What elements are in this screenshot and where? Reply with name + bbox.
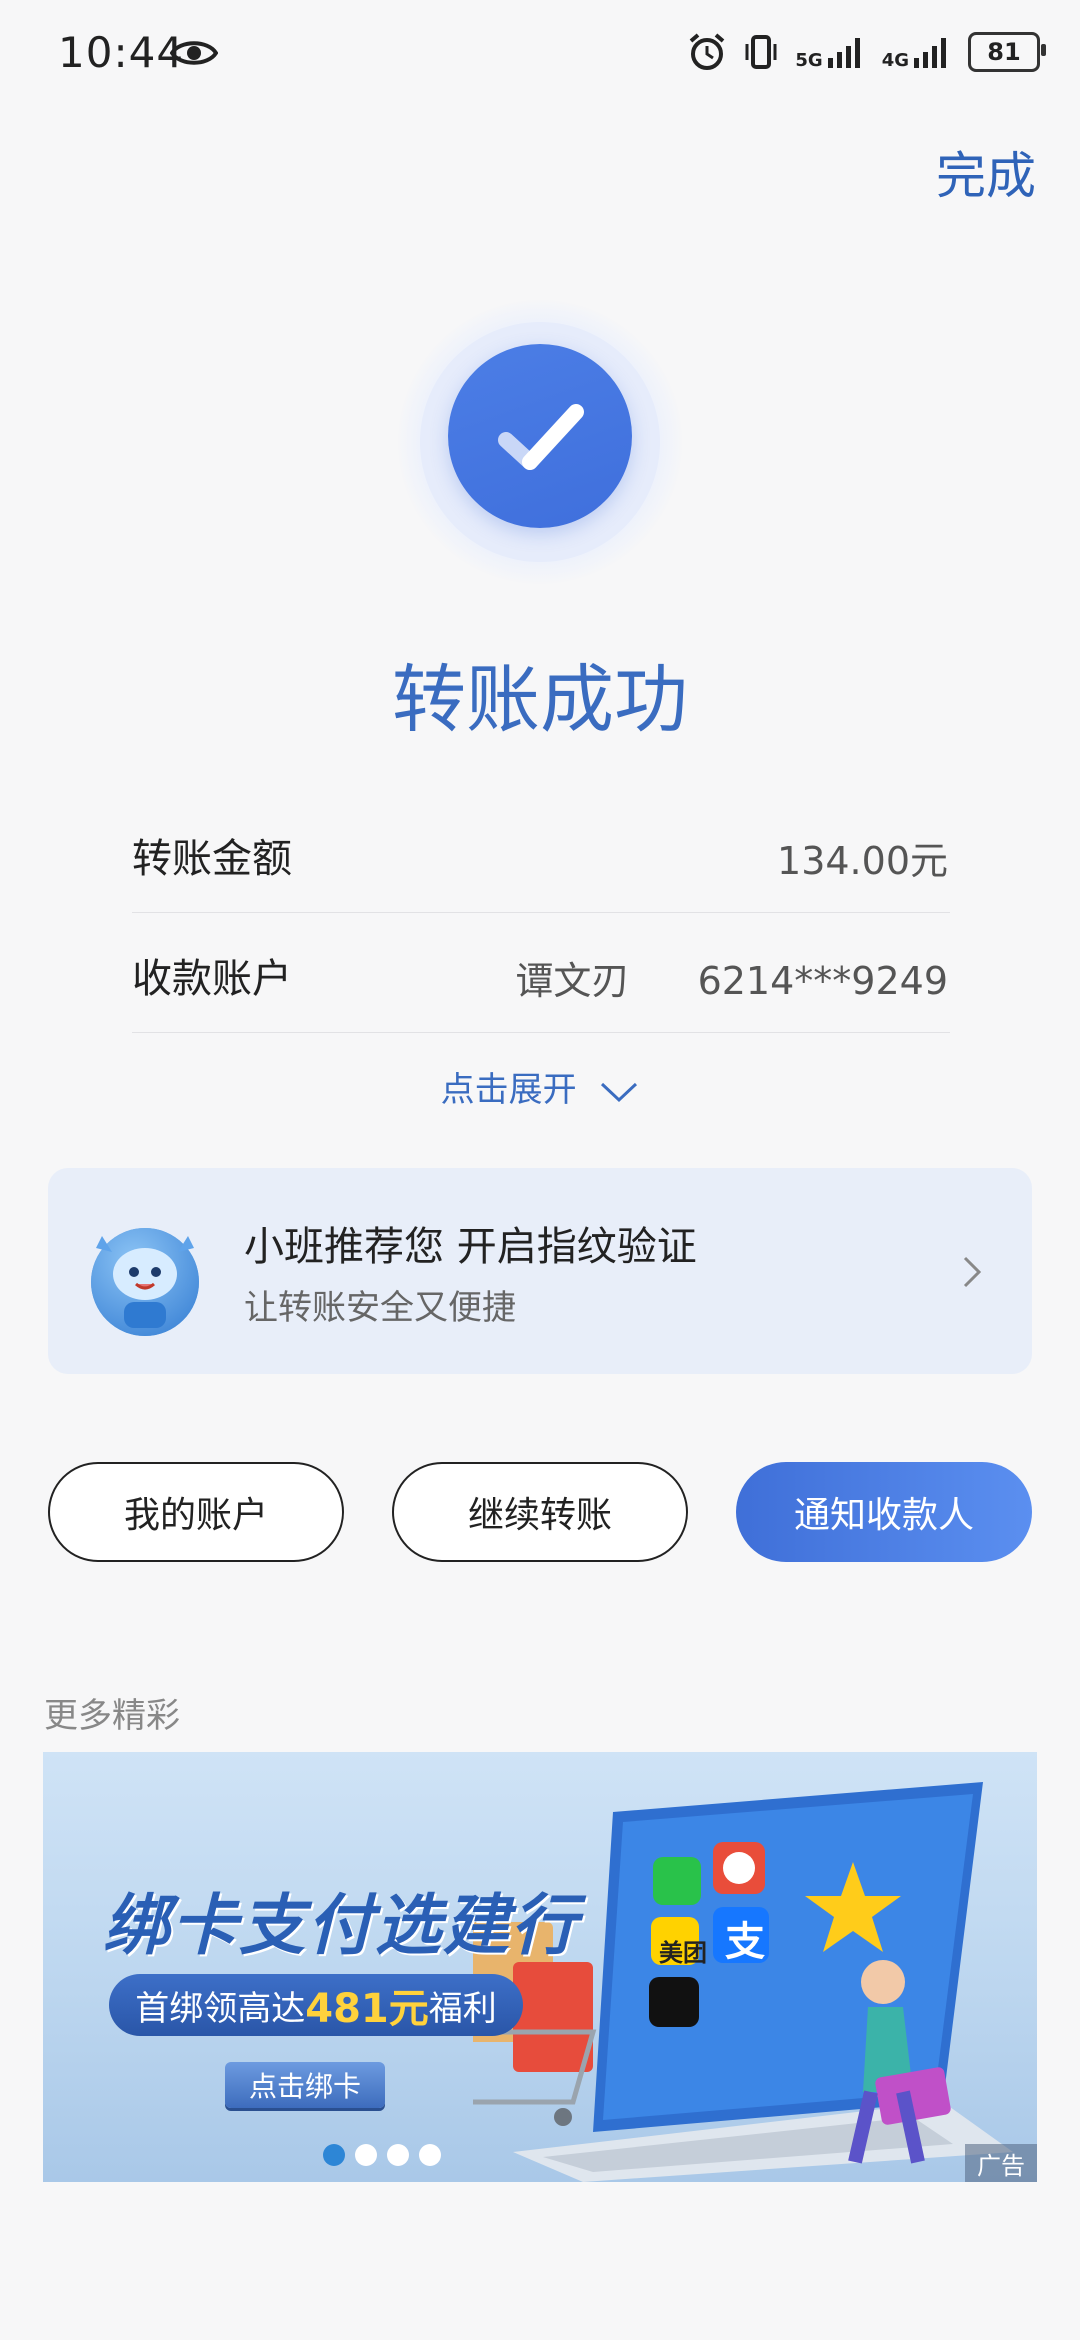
banner-offer-prefix: 首绑领高达 <box>135 1988 306 2029</box>
promo-subtitle: 让转账安全又便捷 <box>244 1288 516 1328</box>
meituan-tile-label: 美团 <box>659 1938 707 1967</box>
alipay-tile-label: 支 <box>725 1919 765 1965</box>
bind-card-button[interactable]: 点击绑卡 <box>225 2062 385 2108</box>
promo-title: 小班推荐您 开启指纹验证 <box>244 1224 697 1270</box>
expand-toggle[interactable]: 点击展开 <box>0 1062 1080 1111</box>
signal-bars-icon <box>914 38 946 68</box>
battery-level: 81 <box>987 38 1021 66</box>
net-5g-label: 5G <box>795 50 823 71</box>
banner-offer-amount: 481元 <box>305 1986 429 2032</box>
carousel-dot[interactable] <box>323 2144 345 2166</box>
payee-info: 谭文刃 6214***9249 <box>515 950 948 1005</box>
banner-offer: 首绑领高达 481元 福利 <box>109 1974 523 2036</box>
carousel-dot[interactable] <box>419 2144 441 2166</box>
success-check-icon <box>448 344 632 528</box>
eye-icon <box>170 41 218 65</box>
ad-tag: 广告 <box>965 2144 1037 2182</box>
payee-account: 6214***9249 <box>697 959 948 1003</box>
signal-5g: 5G <box>795 34 865 70</box>
signal-bars-icon <box>827 38 860 68</box>
vibrate-icon <box>745 35 777 69</box>
alarm-icon <box>690 33 725 70</box>
divider <box>132 912 950 913</box>
mascot-icon <box>91 1228 199 1336</box>
notify-payee-button[interactable]: 通知收款人 <box>736 1462 1032 1562</box>
promo-banner[interactable]: 美团 支 绑卡支付选建行 首绑领高达 481元 福利 点击绑卡 广告 <box>43 1752 1037 2182</box>
page-title: 转账成功 <box>392 657 688 743</box>
checkmark-icon <box>498 404 584 470</box>
battery-icon: 81 <box>968 32 1046 72</box>
carousel-dots <box>323 2144 441 2166</box>
amount-value: 134.00元 <box>777 839 948 883</box>
amount-label: 转账金额 <box>132 836 292 882</box>
status-time: 10:44 <box>58 28 185 77</box>
expand-label: 点击展开 <box>440 1070 577 1110</box>
account-label: 收款账户 <box>132 956 292 1002</box>
chevron-down-icon <box>601 1082 638 1102</box>
banner-title: 绑卡支付选建行 <box>103 1887 579 1964</box>
carousel-dot[interactable] <box>355 2144 377 2166</box>
chevron-right-icon <box>963 1256 982 1288</box>
carousel-dot[interactable] <box>387 2144 409 2166</box>
payee-name: 谭文刃 <box>515 959 630 1003</box>
continue-transfer-button[interactable]: 继续转账 <box>392 1462 688 1562</box>
done-button[interactable]: 完成 <box>936 136 1036 208</box>
banner-offer-suffix: 福利 <box>428 1988 497 2029</box>
status-icons: 5G 4G 81 <box>687 30 1046 74</box>
divider <box>132 1032 950 1033</box>
more-section-label: 更多精彩 <box>44 1696 180 1736</box>
my-account-button[interactable]: 我的账户 <box>48 1462 344 1562</box>
signal-4g: 4G <box>882 34 952 70</box>
net-4g-label: 4G <box>881 50 909 71</box>
